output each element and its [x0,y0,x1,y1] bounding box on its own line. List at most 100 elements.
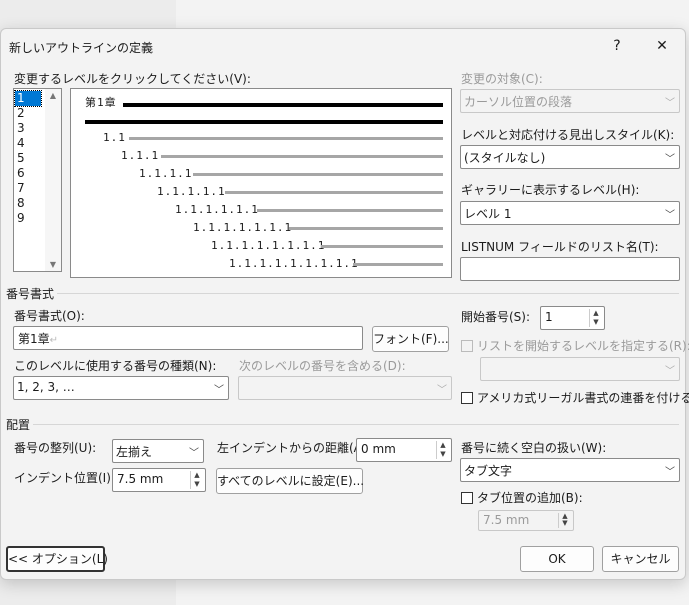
checkbox-icon [461,340,473,352]
cancel-button[interactable]: キャンセル [602,546,679,572]
outline-preview: 第1章 1.1 1.1.1 1.1.1.1 1.1.1.1.1 1.1.1.1.… [70,88,452,278]
level-list[interactable]: 1 2 3 4 5 6 7 8 9 ▲ ▼ [13,88,62,272]
ok-button[interactable]: OK [520,546,594,572]
align-value: 左揃え [116,445,153,459]
chevron-down-icon: ﹀ [665,467,675,478]
start-at-value: 1 [545,310,553,324]
add-tab-value: 7.5 mm [483,513,530,527]
start-at-label: 開始番号(S): [461,310,531,324]
section-divider [33,424,679,425]
indent-value: 7.5 mm [117,472,164,486]
preview-line [123,103,443,107]
aligned-at-label: 左インデントからの距離(A): [217,441,371,455]
preview-line [161,155,443,158]
chevron-down-icon: ﹀ [189,448,199,459]
restart-level-select[interactable]: ﹀ [480,357,680,381]
spinner-icon[interactable]: ▲ ▼ [558,513,571,528]
preview-number: 1.1.1.1.1.1.1.1.1 [229,257,359,270]
apply-to-label: 変更の対象(C): [461,72,543,86]
preview-line [129,137,443,140]
link-style-value: (スタイルなし) [464,151,546,165]
follow-number-label: 番号に続く空白の扱い(W): [461,441,607,455]
preview-number: 第1章 [85,96,117,109]
dialog-title: 新しいアウトラインの定義 [9,41,154,55]
preview-number: 1.1.1 [121,149,160,162]
add-tab-label: タブ位置の追加(B): [477,491,583,505]
preview-line [321,245,443,248]
checkbox-icon [461,392,473,404]
legal-numbering-label: アメリカ式リーガル書式の連番を付ける(G) [477,391,689,405]
level-item[interactable]: 3 [15,121,41,136]
chevron-down-icon: ﹀ [437,385,447,396]
preview-line [193,173,443,176]
number-style-select[interactable]: 1, 2, 3, … ﹀ [13,376,229,400]
number-format-section-label: 番号書式 [6,287,55,301]
scroll-down-icon[interactable]: ▼ [45,260,61,269]
aligned-at-input[interactable]: 0 mm ▲ ▼ [356,438,452,462]
add-tab-input[interactable]: 7.5 mm ▲ ▼ [478,510,574,531]
level-list-scrollbar[interactable]: ▲ ▼ [45,89,61,271]
gallery-level-select[interactable]: レベル 1 ﹀ [460,201,680,225]
preview-number: 1.1 [103,131,126,144]
font-button[interactable]: フォント(F)... [372,326,449,352]
spinner-icon[interactable]: ▲ ▼ [190,471,203,489]
preview-number: 1.1.1.1 [139,167,193,180]
options-button[interactable]: << オプション(L) [6,546,108,572]
gallery-level-value: レベル 1 [464,207,512,221]
set-all-levels-button[interactable]: すべてのレベルに設定(E)... [216,468,364,494]
align-select[interactable]: 左揃え ﹀ [112,439,204,463]
level-item[interactable]: 1 [14,90,42,107]
include-level-label: 次のレベルの番号を含める(D): [239,359,406,373]
level-item[interactable]: 6 [15,166,41,181]
include-level-select[interactable]: ﹀ [238,376,452,400]
apply-to-select[interactable]: カーソル位置の段落 ﹀ [460,89,680,113]
level-picker-label: 変更するレベルをクリックしてください(V): [14,72,251,86]
spinner-icon[interactable]: ▲ ▼ [589,309,602,327]
level-item[interactable]: 9 [15,211,41,226]
link-style-select[interactable]: (スタイルなし) ﹀ [460,145,680,169]
level-item[interactable]: 5 [15,151,41,166]
chevron-down-icon: ﹀ [665,366,675,377]
preview-number: 1.1.1.1.1.1.1 [193,221,293,234]
format-input[interactable]: 第1章↵ [13,326,363,350]
restart-level-label: リストを開始するレベルを指定する(R): [477,339,689,353]
indent-input[interactable]: 7.5 mm ▲ ▼ [112,468,206,492]
follow-number-select[interactable]: タブ文字 ﹀ [460,458,680,482]
define-outline-dialog: 新しいアウトラインの定義 ? ✕ 変更するレベルをクリックしてください(V): … [0,28,689,580]
help-button[interactable]: ? [605,35,629,57]
legal-numbering-checkbox[interactable]: アメリカ式リーガル書式の連番を付ける(G) [461,389,689,406]
level-item[interactable]: 8 [15,196,41,211]
spinner-icon[interactable]: ▲ ▼ [436,441,449,459]
chevron-down-icon: ﹀ [665,98,675,109]
scroll-up-icon[interactable]: ▲ [45,91,61,100]
restart-level-checkbox[interactable]: リストを開始するレベルを指定する(R): [461,337,689,354]
number-style-label: このレベルに使用する番号の種類(N): [14,359,217,373]
apply-to-value: カーソル位置の段落 [464,95,573,109]
preview-number: 1.1.1.1.1 [157,185,226,198]
listnum-input[interactable] [460,257,680,281]
format-label: 番号書式(O): [14,309,85,323]
level-item[interactable]: 7 [15,181,41,196]
paragraph-mark-icon: ↵ [49,335,59,346]
chevron-down-icon: ﹀ [665,210,675,221]
gallery-level-label: ギャラリーに表示するレベル(H): [461,183,640,197]
position-section-label: 配置 [6,418,31,432]
level-item[interactable]: 4 [15,136,41,151]
follow-number-value: タブ文字 [464,464,513,478]
start-at-input[interactable]: 1 ▲ ▼ [540,306,605,330]
align-label: 番号の整列(U): [14,441,97,455]
format-value: 第1章 [18,332,50,346]
close-icon[interactable]: ✕ [650,35,674,57]
aligned-at-value: 0 mm [361,442,396,456]
level-item[interactable]: 2 [15,106,41,121]
checkbox-icon [461,492,473,504]
link-style-label: レベルと対応付ける見出しスタイル(K): [461,128,675,142]
preview-line [353,263,443,266]
preview-number: 1.1.1.1.1.1 [175,203,259,216]
add-tab-checkbox[interactable]: タブ位置の追加(B): [461,489,583,506]
preview-line [85,120,443,124]
number-style-value: 1, 2, 3, … [17,380,75,394]
preview-line [257,209,443,212]
preview-number: 1.1.1.1.1.1.1.1 [211,239,326,252]
indent-label: インデント位置(I): [14,471,115,485]
